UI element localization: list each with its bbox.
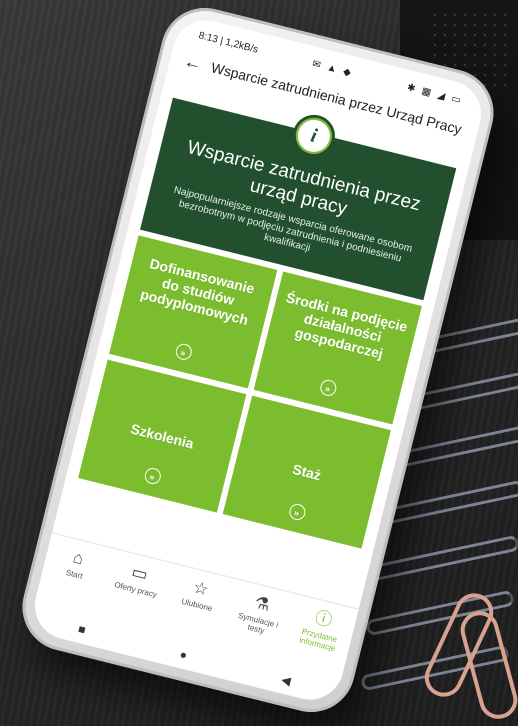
star-icon: ☆ [191, 577, 211, 600]
nav-useful-info[interactable]: ⓘ Przydatne informacje [291, 604, 351, 655]
nav-favorites[interactable]: ☆ Ulubione [171, 573, 229, 616]
nav-label: Przydatne informacje [298, 626, 339, 654]
nav-job-offers[interactable]: ▭ Oferty pracy [109, 558, 167, 601]
double-chevron-icon: » [173, 341, 193, 362]
back-arrow-icon[interactable]: ← [182, 50, 204, 75]
tile-label: Dofinansowanie do studiów podyplomowych [138, 255, 257, 329]
system-back-button[interactable]: ◀ [280, 672, 292, 688]
home-icon: ⌂ [71, 547, 86, 569]
recent-apps-button[interactable]: ■ [77, 622, 87, 637]
info-icon: i [288, 110, 340, 162]
double-chevron-icon: » [287, 502, 307, 522]
tile-label: Szkolenia [128, 420, 196, 452]
tile-trainings[interactable]: Szkolenia » [78, 359, 247, 513]
briefcase-icon: ▭ [129, 562, 150, 585]
nav-simulations[interactable]: ⚗ Symulacje i testy [230, 588, 290, 639]
nav-label: Start [64, 568, 84, 581]
double-chevron-icon: » [318, 378, 338, 398]
tile-label: Staż [290, 460, 323, 484]
nav-start[interactable]: ⌂ Start [48, 542, 106, 585]
nav-label: Symulacje i testy [237, 610, 280, 636]
flask-icon: ⚗ [252, 592, 273, 615]
tile-internship[interactable]: Staż » [222, 395, 391, 549]
info-icon: ⓘ [313, 607, 335, 631]
double-chevron-icon: » [142, 466, 163, 486]
nav-label: Ulubione [180, 596, 214, 614]
tile-label: Środki na podjęcie działalności gospodar… [284, 289, 410, 362]
home-button[interactable]: ● [178, 647, 188, 662]
